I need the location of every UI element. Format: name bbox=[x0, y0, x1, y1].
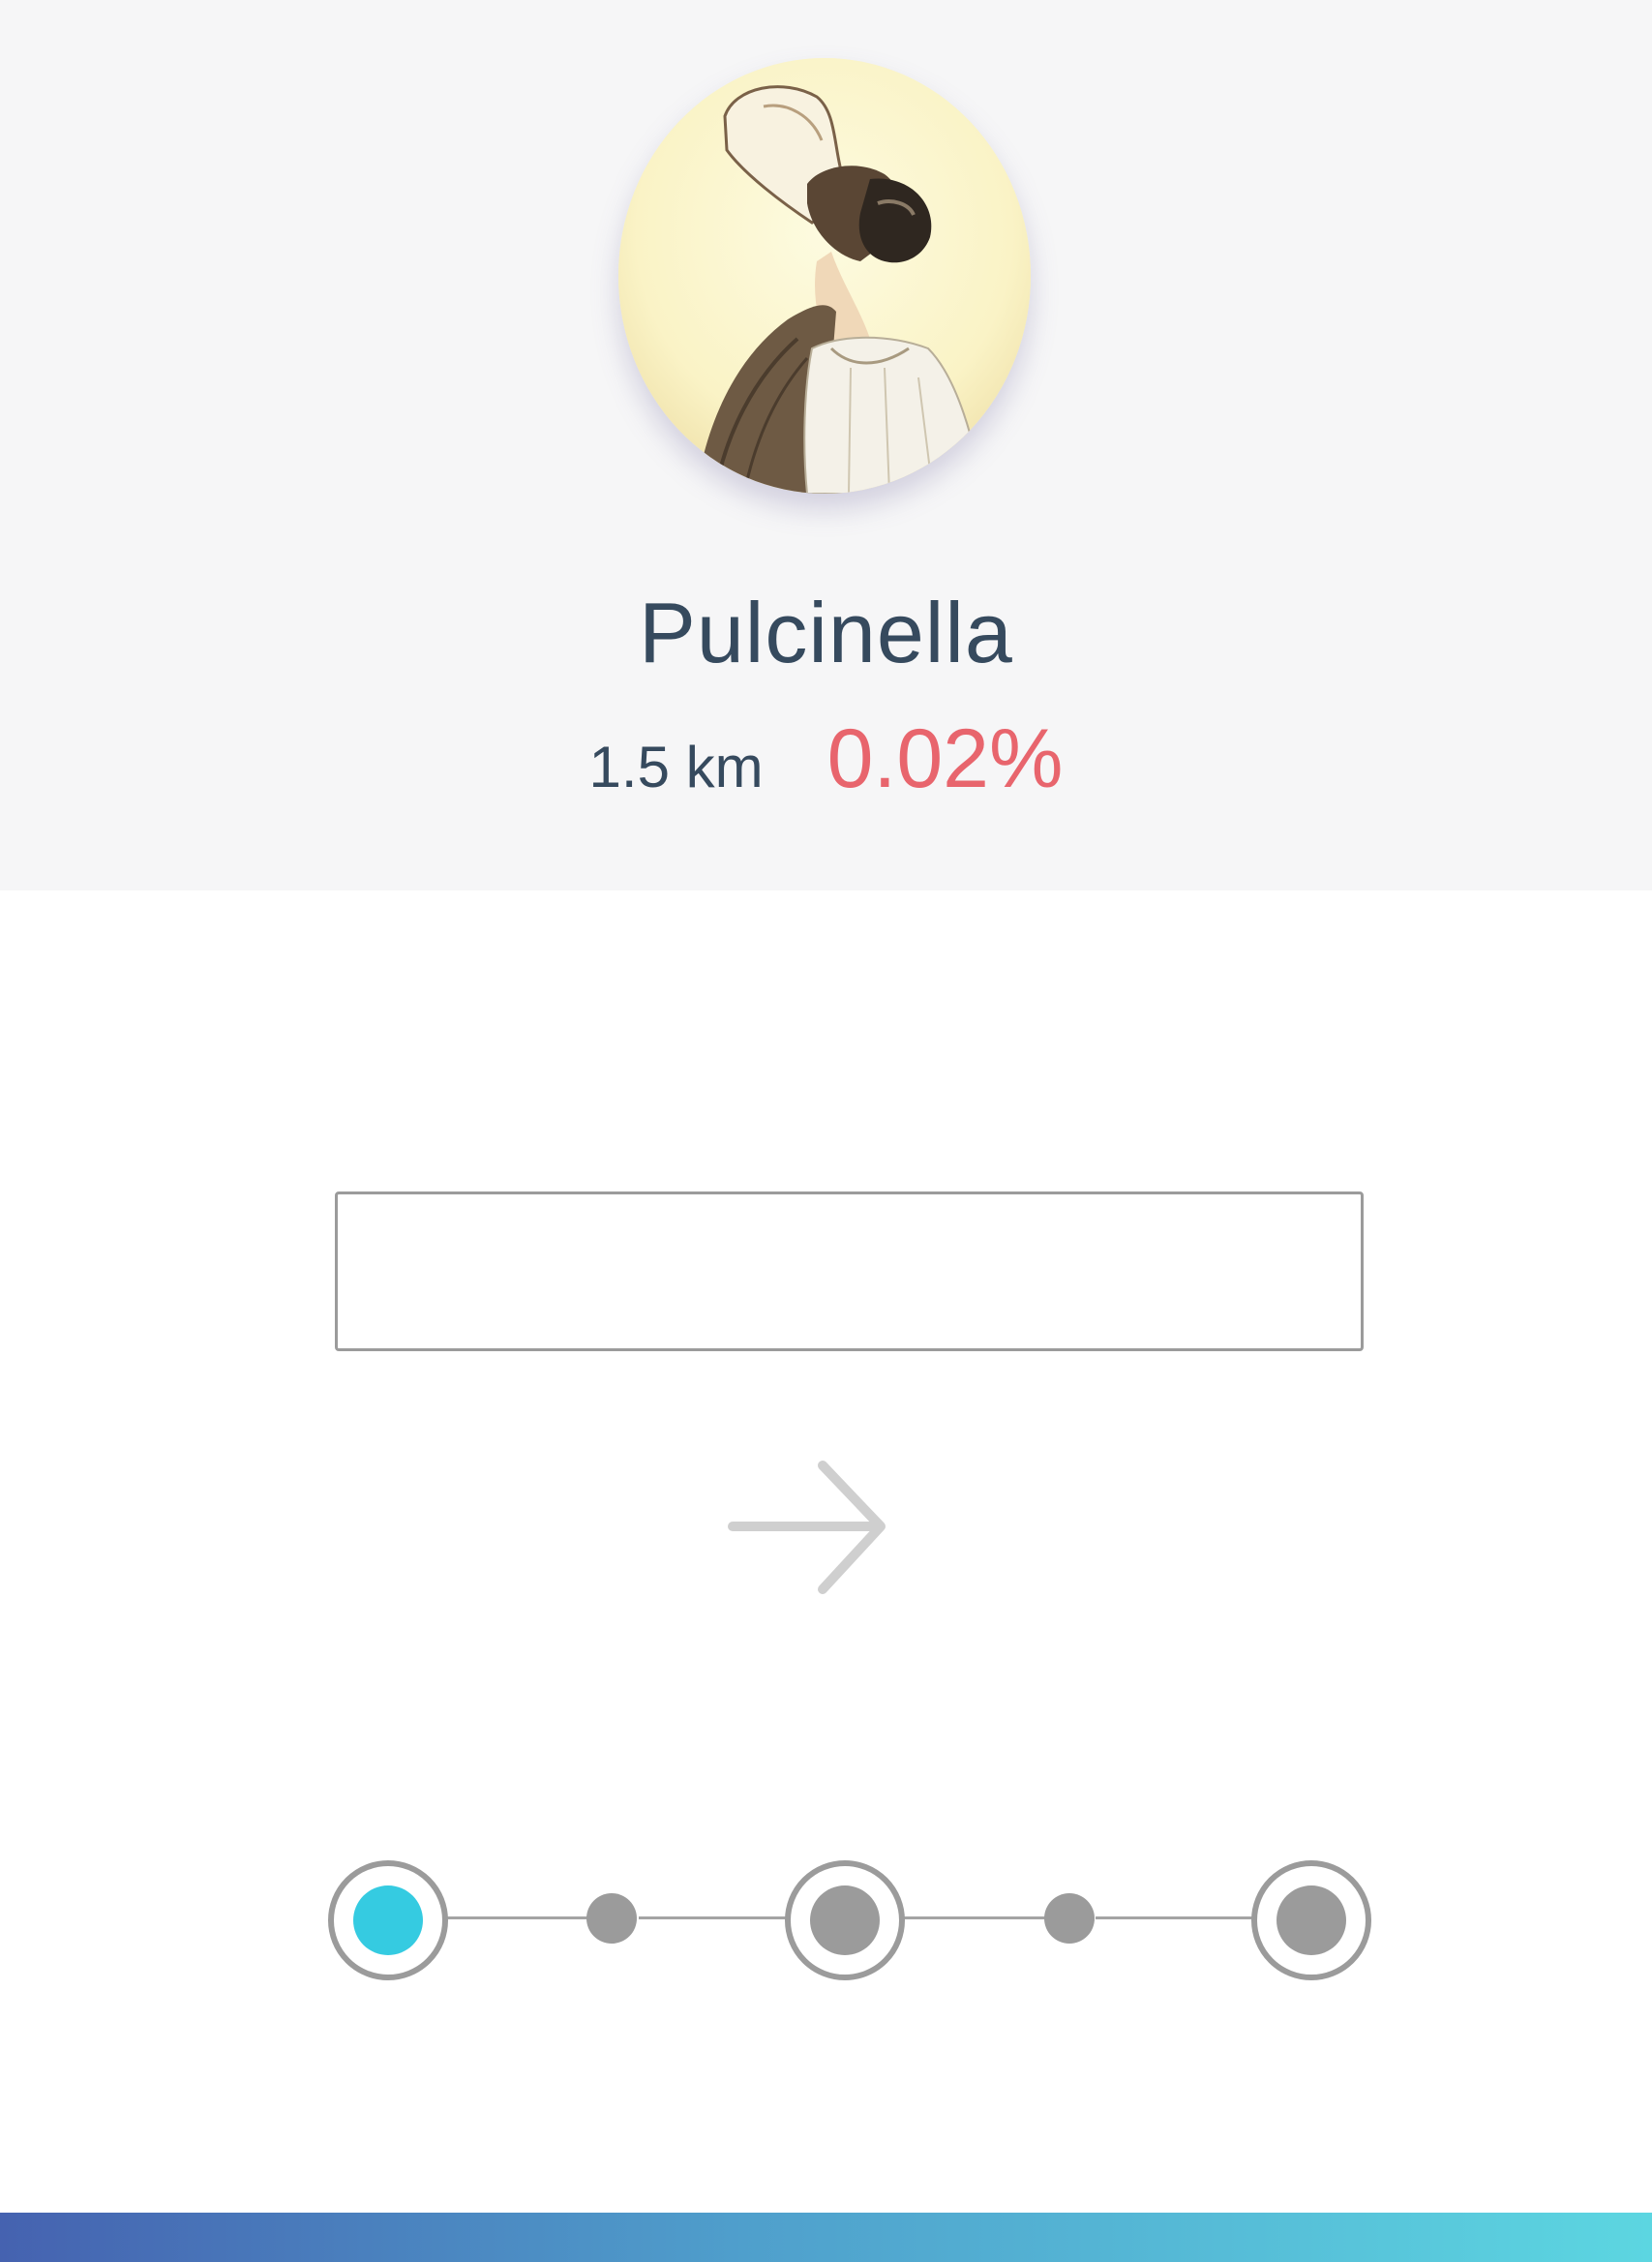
progress-step-dot bbox=[810, 1885, 880, 1955]
progress-connector bbox=[1096, 1916, 1255, 1919]
bottom-gradient-bar bbox=[0, 2213, 1652, 2262]
profile-header: Pulcinella 1.5 km 0.02% bbox=[0, 0, 1652, 890]
pulcinella-portrait-image bbox=[618, 58, 1031, 494]
profile-stats: 1.5 km 0.02% bbox=[0, 711, 1652, 807]
progress-step-dot bbox=[353, 1885, 423, 1955]
answer-input[interactable] bbox=[335, 1191, 1364, 1351]
progress-step-4[interactable] bbox=[1044, 1893, 1095, 1944]
distance-value: 1.5 km bbox=[588, 735, 764, 799]
avatar bbox=[618, 58, 1031, 494]
progress-step-3[interactable] bbox=[785, 1860, 905, 1980]
profile-name: Pulcinella bbox=[639, 585, 1013, 680]
progress-step-2[interactable] bbox=[586, 1893, 637, 1944]
progress-step-1[interactable] bbox=[328, 1860, 448, 1980]
percentage-value: 0.02% bbox=[826, 712, 1064, 805]
progress-connector bbox=[898, 1916, 1045, 1919]
progress-step-5[interactable] bbox=[1251, 1860, 1371, 1980]
progress-step-dot bbox=[1277, 1885, 1346, 1955]
arrow-right-icon bbox=[728, 1461, 886, 1594]
next-button[interactable] bbox=[716, 1452, 900, 1607]
progress-connector bbox=[442, 1916, 589, 1919]
progress-connector bbox=[639, 1916, 786, 1919]
